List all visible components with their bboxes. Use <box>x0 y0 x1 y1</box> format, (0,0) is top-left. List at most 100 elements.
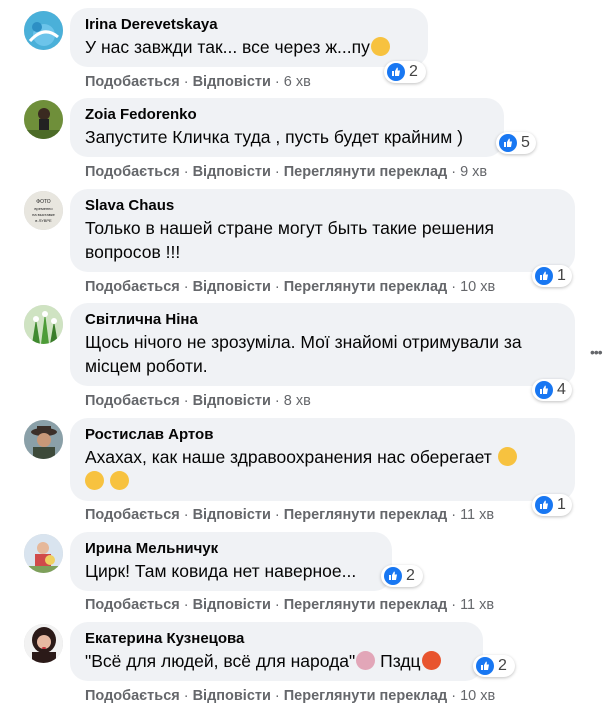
reaction-count[interactable]: 5 <box>496 132 536 154</box>
comment-actions: Подобається · Відповісти · Переглянути перек… <box>85 507 495 523</box>
like-button[interactable]: Подобається <box>85 74 180 90</box>
reaction-number: 2 <box>406 567 415 584</box>
comment-bubble: Світлична Ніна Щось нічого не зрозуміла.… <box>70 303 575 386</box>
see-translation-button[interactable]: Переглянути переклад <box>284 279 447 295</box>
like-icon <box>535 267 553 285</box>
comment-author[interactable]: Ростислав Артов <box>85 425 561 445</box>
comment-text: Запустите Кличка туда , пусть будет край… <box>85 127 464 147</box>
comment-time[interactable]: 6 хв <box>284 74 311 90</box>
like-button[interactable]: Подобається <box>85 688 180 704</box>
comment-author[interactable]: Slava Chaus <box>85 196 561 216</box>
comment-bubble: Екатерина Кузнецова "Всё для людей, всё … <box>70 622 483 681</box>
comment-text-line: Щось нічого не зрозуміла. Мої знайомі от… <box>85 332 522 352</box>
comment-text: "Всё для людей, всё для народа" Пздц <box>85 649 469 673</box>
avatar[interactable] <box>24 534 63 573</box>
comment-author[interactable]: Світлична Ніна <box>85 310 561 330</box>
comment-bubble: Ирина Мельничук Цирк! Там ковида нет нав… <box>70 532 392 591</box>
comment-text: Щось нічого не зрозуміла. Мої знайомі от… <box>85 330 561 378</box>
like-icon <box>499 134 517 152</box>
comment-actions: Подобається · Відповісти · Переглянути перек… <box>85 688 496 704</box>
comment-actions: Подобається · Відповісти · 8 хв <box>85 393 311 409</box>
avatar-photo-icon <box>24 420 63 459</box>
comment-time[interactable]: 10 хв <box>460 688 495 704</box>
svg-text:на выставке: на выставке <box>32 212 55 217</box>
comment-time[interactable]: 11 хв <box>460 597 494 613</box>
avatar[interactable] <box>24 305 63 344</box>
avatar-photo-icon <box>24 305 63 344</box>
reply-button[interactable]: Відповісти <box>193 74 271 90</box>
comment-author[interactable]: Ирина Мельничук <box>85 539 378 559</box>
reaction-count[interactable]: 2 <box>473 655 515 677</box>
like-button[interactable]: Подобається <box>85 393 180 409</box>
comment-text: Цирк! Там ковида нет наверное... <box>85 561 357 581</box>
reaction-count[interactable]: 2 <box>381 565 423 587</box>
like-button[interactable]: Подобається <box>85 507 180 523</box>
comment-time[interactable]: 10 хв <box>460 279 495 295</box>
like-icon <box>535 381 553 399</box>
svg-text:в ЛУВРЕ: в ЛУВРЕ <box>35 218 52 223</box>
angry-emoji-icon <box>421 651 441 670</box>
avatar-photo-icon: ФОТОвременнона выставкев ЛУВРЕ <box>24 191 63 230</box>
more-options-icon[interactable]: ••• <box>590 344 603 360</box>
avatar[interactable] <box>24 100 63 139</box>
comment-time[interactable]: 11 хв <box>460 507 494 523</box>
laughing-tears-emoji-icon <box>85 471 104 490</box>
like-button[interactable]: Подобається <box>85 164 180 180</box>
reply-button[interactable]: Відповісти <box>193 688 271 704</box>
avatar[interactable] <box>24 11 63 50</box>
comment-text-content: "Всё для людей, всё для народа" <box>85 651 356 671</box>
avatar-photo-icon <box>24 11 63 50</box>
reaction-number: 4 <box>557 381 566 398</box>
see-translation-button[interactable]: Переглянути переклад <box>284 507 447 523</box>
reaction-number: 2 <box>409 63 418 80</box>
reaction-number: 2 <box>498 657 507 674</box>
like-button[interactable]: Подобається <box>85 279 180 295</box>
avatar-photo-icon <box>24 624 63 663</box>
comment-bubble: Slava Chaus Только в нашей стране могут … <box>70 189 575 272</box>
comment-text: Ахахах, как наше здравоохранения нас обе… <box>85 445 561 493</box>
like-button[interactable]: Подобається <box>85 597 180 613</box>
comment-author[interactable]: Zoia Fedorenko <box>85 105 490 125</box>
reply-button[interactable]: Відповісти <box>193 164 271 180</box>
like-icon <box>476 657 494 675</box>
svg-text:ФОТО: ФОТО <box>36 199 51 205</box>
comment-time[interactable]: 9 хв <box>460 164 487 180</box>
reaction-number: 1 <box>557 496 566 513</box>
comment-text-line: місцем роботи. <box>85 356 208 376</box>
comment-text-line: вопросов !!! <box>85 242 181 262</box>
reaction-number: 5 <box>521 134 530 151</box>
comment-actions: Подобається · Відповісти · Переглянути перек… <box>85 164 488 180</box>
surprised-emoji-icon <box>497 447 517 466</box>
comment-time[interactable]: 8 хв <box>284 393 311 409</box>
comment-text-content: У нас завжди так... все через ж...пу <box>85 37 370 57</box>
avatar[interactable] <box>24 624 63 663</box>
comment-text: Только в нашей стране могут быть такие р… <box>85 216 561 264</box>
comment-bubble: Irina Derevetskaya У нас завжди так... в… <box>70 8 428 67</box>
woman-facepalming-emoji-icon <box>356 651 376 670</box>
reaction-count[interactable]: 2 <box>384 61 426 83</box>
see-translation-button[interactable]: Переглянути переклад <box>284 688 447 704</box>
avatar[interactable] <box>24 420 63 459</box>
grinning-emoji-icon <box>109 471 129 490</box>
comment-bubble: Ростислав Артов Ахахах, как наше здравоо… <box>70 418 575 501</box>
reply-button[interactable]: Відповісти <box>193 507 271 523</box>
comment-bubble: Zoia Fedorenko Запустите Кличка туда , п… <box>70 98 504 157</box>
reaction-count[interactable]: 4 <box>532 379 572 401</box>
comment-author[interactable]: Екатерина Кузнецова <box>85 629 469 649</box>
reply-button[interactable]: Відповісти <box>193 279 271 295</box>
reaction-count[interactable]: 1 <box>532 494 572 516</box>
comment-actions: Подобається · Відповісти · Переглянути перек… <box>85 279 496 295</box>
see-translation-button[interactable]: Переглянути переклад <box>284 164 447 180</box>
reaction-count[interactable]: 1 <box>532 265 572 287</box>
see-translation-button[interactable]: Переглянути переклад <box>284 597 447 613</box>
reaction-number: 1 <box>557 267 566 284</box>
comment-text-content: Пздц <box>380 651 421 671</box>
avatar-photo-icon <box>24 100 63 139</box>
comment-text-line: Только в нашей стране могут быть такие р… <box>85 218 495 238</box>
reply-button[interactable]: Відповісти <box>193 393 271 409</box>
avatar[interactable]: ФОТО временно на выставке в ЛУВРЕ <box>24 191 63 230</box>
like-icon <box>387 63 405 81</box>
comment-author[interactable]: Irina Derevetskaya <box>85 15 414 35</box>
reply-button[interactable]: Відповісти <box>193 597 271 613</box>
comment-actions: Подобається · Відповісти · Переглянути перек… <box>85 597 495 613</box>
